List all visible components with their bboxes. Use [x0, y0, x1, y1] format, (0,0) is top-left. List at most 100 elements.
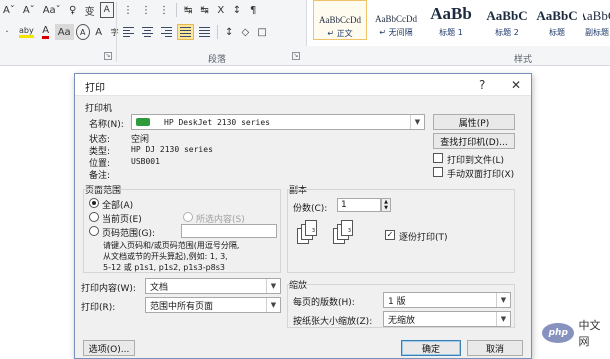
sort-button[interactable]: ↕ [230, 2, 244, 18]
phonetic-guide-button[interactable]: 变 [82, 2, 98, 18]
align-left-button[interactable] [120, 24, 137, 40]
style-name: 副标题 [585, 28, 609, 37]
font-dropdown-stub[interactable]: · [0, 24, 14, 40]
decrease-indent-button[interactable]: ↹ [181, 2, 195, 18]
print-what-label: 打印内容(W): [81, 284, 136, 294]
chevron-down-icon: ▼ [496, 293, 510, 307]
style-normal[interactable]: AaBbCcDd ↵ 正文 [313, 0, 367, 40]
find-printer-button[interactable]: 查找打印机(D)... [433, 133, 515, 149]
font-row: Aˇ Aˇ Aaˇ ♀ 变 A [0, 2, 114, 18]
change-case-button[interactable]: Aaˇ [40, 2, 64, 18]
borders-button[interactable]: □ [254, 24, 269, 40]
style-name: ↵ 正文 [327, 29, 353, 38]
clear-format-button[interactable]: ♀ [66, 2, 80, 18]
char-shading-button[interactable]: Aa [54, 24, 74, 40]
font-launcher-icon[interactable]: ↘ [104, 52, 112, 60]
multilevel-list-button[interactable]: ⋮ [156, 2, 172, 18]
grow-font-button[interactable]: Aˇ [0, 2, 18, 18]
properties-button[interactable]: 属性(P) [433, 114, 515, 130]
numbering-button[interactable]: ⋮ [138, 2, 154, 18]
paragraph-group-label: 段落 [208, 55, 227, 65]
line-spacing-button[interactable]: ↕ [222, 24, 236, 40]
style-sample: AaBbC [583, 8, 610, 23]
align-center-button[interactable] [139, 24, 156, 40]
page-range-hint-1: 请键入页码和/或页码范围(用逗号分隔, [103, 241, 240, 250]
status-value: 空闲 [131, 135, 150, 145]
page-range-hint-2: 从文档或节的开头算起),例如: 1, 3, [103, 252, 228, 261]
copies-count-input[interactable]: 1 [337, 198, 381, 212]
manual-duplex-checkbox[interactable] [433, 167, 443, 177]
comment-label: 备注: [89, 171, 111, 181]
print-what-value: 文档 [150, 282, 169, 293]
print-to-file-label: 打印到文件(L) [447, 156, 505, 166]
watermark-text: 中文网 [578, 319, 601, 348]
style-sample: AaBb [430, 4, 472, 23]
highlight-color-label: aby [19, 26, 34, 38]
char-scale-button[interactable]: A [92, 24, 106, 40]
style-sample: AaBbC [486, 8, 528, 23]
highlight-color-button[interactable]: aby [16, 24, 37, 40]
distributed-button[interactable] [196, 24, 213, 40]
spin-down-icon: ▼ [384, 205, 388, 211]
style-title[interactable]: AaBbC 标题 [535, 0, 579, 40]
php-logo: php [542, 323, 575, 343]
paragraph-launcher-icon[interactable]: ↘ [292, 52, 300, 60]
page-range-pages-radio[interactable] [89, 226, 99, 236]
style-no-spacing[interactable]: AaBbCcDd ↵ 无间隔 [369, 0, 423, 40]
shading-button[interactable]: ◇ [238, 24, 252, 40]
collate-checkbox[interactable]: ✓ [385, 230, 395, 240]
page-range-all-label: 全部(A) [102, 201, 134, 211]
manual-duplex-label: 手动双面打印(X) [447, 170, 515, 180]
ok-button[interactable]: 确定 [401, 340, 461, 356]
styles-group-label: 样式 [514, 55, 533, 65]
chevron-down-icon: ▼ [496, 312, 510, 326]
copies-count-label: 份数(C): [293, 204, 328, 214]
style-heading-1[interactable]: AaBb 标题 1 [425, 0, 477, 40]
page-range-pages-input[interactable] [181, 224, 277, 238]
page-range-selection-radio[interactable] [183, 212, 193, 222]
group-divider [116, 2, 117, 62]
separator [176, 3, 177, 17]
printer-icon [136, 118, 150, 126]
shrink-font-button[interactable]: Aˇ [20, 2, 38, 18]
help-button[interactable]: ? [479, 78, 485, 92]
print-to-file-checkbox[interactable] [433, 153, 443, 163]
page-num: 3 [347, 228, 351, 234]
justify-icon [180, 27, 191, 37]
cancel-button[interactable]: 取消 [467, 340, 523, 356]
style-subtitle[interactable]: AaBbC 副标题 [583, 0, 610, 40]
close-button[interactable]: ✕ [511, 78, 521, 92]
char-border-button[interactable]: A [99, 2, 114, 18]
page-range-pages-label: 页码范围(G): [102, 229, 156, 239]
scale-to-paper-value: 无缩放 [388, 315, 416, 326]
print-dialog: 打印 ? ✕ 打印机 名称(N): HP DeskJet 2130 series… [74, 73, 532, 359]
style-name: 标题 1 [439, 28, 463, 37]
dialog-title: 打印 [85, 83, 105, 94]
site-watermark: php 中文网 [542, 317, 610, 349]
justify-button[interactable] [177, 24, 194, 40]
separator [217, 25, 218, 39]
align-left-icon [123, 27, 134, 37]
printer-name-select[interactable]: HP DeskJet 2130 series ▼ [131, 114, 425, 130]
scale-to-paper-select[interactable]: 无缩放 ▼ [383, 311, 511, 327]
enclosed-char-button[interactable]: A [75, 24, 90, 40]
increase-indent-button[interactable]: ↹ [197, 2, 211, 18]
pages-per-sheet-label: 每页的版数(H): [293, 298, 355, 308]
page-range-all-radio[interactable] [89, 198, 99, 208]
chinese-layout-button[interactable]: X [214, 2, 228, 18]
style-heading-2[interactable]: AaBbC 标题 2 [481, 0, 533, 40]
print-value: 范围中所有页面 [150, 301, 214, 312]
pages-per-sheet-select[interactable]: 1 版 ▼ [383, 292, 511, 308]
dialog-titlebar[interactable]: 打印 ? ✕ [75, 74, 531, 96]
style-sample: AaBbC [536, 8, 578, 23]
printer-name-value: HP DeskJet 2130 series [164, 117, 270, 127]
bullets-button[interactable]: ⋮ [120, 2, 136, 18]
align-right-button[interactable] [158, 24, 175, 40]
show-marks-button[interactable]: ¶ [246, 2, 260, 18]
print-what-select[interactable]: 文档 ▼ [145, 278, 281, 294]
copies-spinner[interactable]: ▲ ▼ [381, 198, 391, 212]
page-range-current-radio[interactable] [89, 212, 99, 222]
font-color-button[interactable]: A [39, 24, 53, 40]
print-select[interactable]: 范围中所有页面 ▼ [145, 297, 281, 313]
options-button[interactable]: 选项(O)... [83, 340, 135, 356]
